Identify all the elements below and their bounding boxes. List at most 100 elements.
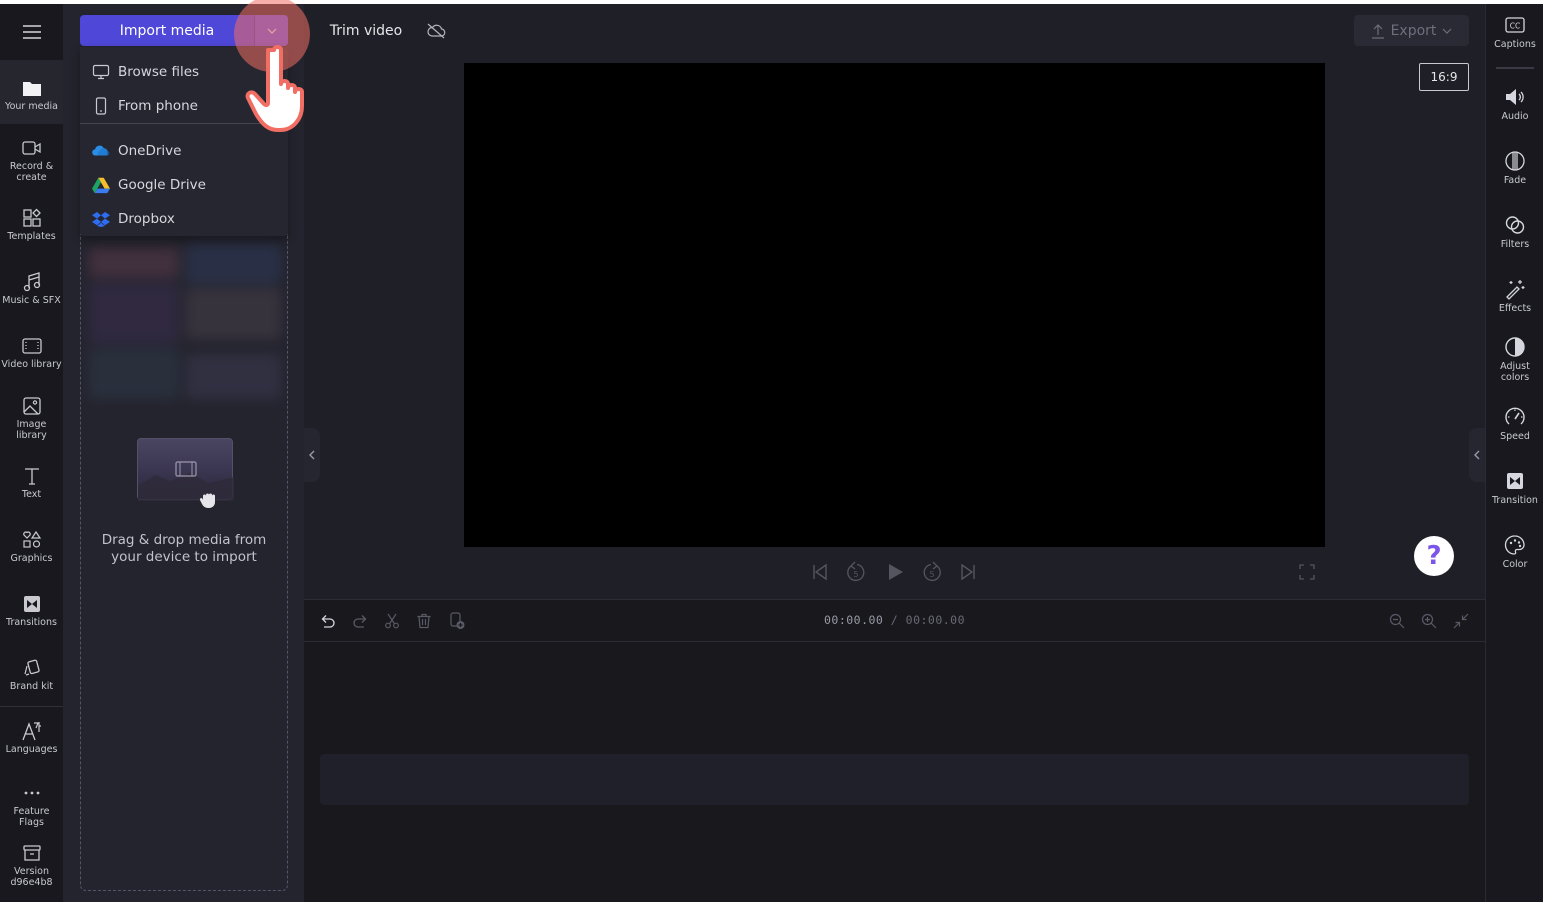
play-icon <box>889 564 903 580</box>
time-separator: / <box>883 613 906 627</box>
rightnav-item-label: Color <box>1502 559 1528 570</box>
play-button[interactable] <box>883 560 907 584</box>
rewind-5-icon: 5 <box>847 561 865 582</box>
menu-item-dropbox[interactable]: Dropbox <box>80 203 288 235</box>
rightnav-item-speed[interactable]: Speed <box>1486 406 1543 442</box>
sidebar-item-feature-flags[interactable]: Feature Flags <box>0 778 63 836</box>
export-label: Export <box>1390 22 1437 39</box>
skip-to-end-button[interactable] <box>956 560 980 584</box>
rightnav-item-captions[interactable]: CC Captions <box>1486 14 1543 50</box>
sidebar-item-label: Music & SFX <box>2 295 61 306</box>
collapse-properties-panel-button[interactable] <box>1469 428 1485 482</box>
aspect-ratio-button[interactable]: 16:9 <box>1419 63 1469 91</box>
onedrive-icon <box>92 142 110 160</box>
import-media-button[interactable]: Import media <box>80 15 254 46</box>
phone-icon <box>92 97 110 115</box>
sidebar-item-brand-kit[interactable]: Brand kit <box>0 652 63 704</box>
rightnav-item-filters[interactable]: Filters <box>1486 214 1543 250</box>
sidebar-item-label: Version d96e4b8 <box>10 866 53 888</box>
media-panel: Drag & drop media from your device to im… <box>63 4 304 902</box>
skip-to-start-button[interactable] <box>808 560 832 584</box>
sidebar-item-video-library[interactable]: Video library <box>0 330 63 382</box>
sidebar-item-text[interactable]: Text <box>0 460 63 512</box>
transition-icon <box>21 593 43 615</box>
chevron-down-icon <box>1442 28 1452 34</box>
sidebar-item-your-media[interactable]: Your media <box>0 60 63 124</box>
skip-forward-icon <box>961 563 975 581</box>
sidebar-item-label: Feature Flags <box>13 806 50 828</box>
contrast-icon <box>1504 336 1526 358</box>
total-time: 00:00.00 <box>905 613 966 627</box>
timeline-toolbar: 00:00.00 / 00:00.00 <box>304 600 1485 642</box>
filters-icon <box>1504 214 1526 236</box>
menu-item-label: OneDrive <box>118 143 182 159</box>
google-drive-icon <box>92 176 110 194</box>
fit-timeline-button[interactable] <box>1449 609 1473 633</box>
rightnav-item-transition[interactable]: Transition <box>1486 470 1543 506</box>
sidebar-item-record-create[interactable]: Record & create <box>0 132 63 192</box>
svg-text:CC: CC <box>1510 22 1520 31</box>
image-icon <box>21 395 43 417</box>
fullscreen-button[interactable] <box>1295 560 1319 584</box>
film-icon <box>21 335 43 357</box>
zoom-out-button[interactable] <box>1385 609 1409 633</box>
zoom-in-icon <box>1421 613 1437 629</box>
rightnav-item-color[interactable]: Color <box>1486 534 1543 570</box>
rightnav-item-label: Captions <box>1494 39 1536 50</box>
sidebar-item-label: Image library <box>16 419 47 441</box>
sidebar-item-label: Templates <box>7 231 56 242</box>
sidebar-item-image-library[interactable]: Image library <box>0 390 63 450</box>
sidebar-divider <box>0 706 63 707</box>
transition-icon <box>1504 470 1526 492</box>
collapse-media-panel-button[interactable] <box>304 428 320 482</box>
chevron-left-icon <box>309 450 315 460</box>
rightnav-item-audio[interactable]: Audio <box>1486 86 1543 122</box>
rightnav-item-label: Effects <box>1498 303 1532 314</box>
grab-hand-icon <box>199 493 215 508</box>
rightnav-divider <box>1496 67 1534 69</box>
forward-5-button[interactable]: 5 <box>920 560 944 584</box>
svg-text:5: 5 <box>853 570 858 579</box>
sidebar-item-languages[interactable]: Languages <box>0 716 63 768</box>
cloud-off-icon <box>427 23 446 39</box>
trim-video-button[interactable]: Trim video <box>320 16 412 46</box>
rewind-5-button[interactable]: 5 <box>844 560 868 584</box>
help-button[interactable]: ? <box>1414 536 1454 576</box>
menu-item-onedrive[interactable]: OneDrive <box>80 135 288 167</box>
sidebar-item-templates[interactable]: Templates <box>0 202 63 254</box>
menu-item-label: Dropbox <box>118 211 175 227</box>
monitor-icon <box>92 63 110 81</box>
shapes-icon <box>21 529 43 551</box>
rightnav-item-label: Transition <box>1492 495 1538 506</box>
more-dots-icon <box>21 782 43 804</box>
templates-icon <box>21 207 43 229</box>
media-dropzone[interactable]: Drag & drop media from your device to im… <box>80 234 288 891</box>
menu-button[interactable] <box>0 4 63 60</box>
forward-5-icon: 5 <box>923 561 941 582</box>
speedometer-icon <box>1504 406 1526 428</box>
upload-icon <box>1371 23 1384 39</box>
palette-icon <box>1504 534 1526 556</box>
rightnav-item-label: Audio <box>1501 111 1529 122</box>
fade-icon <box>1504 150 1526 172</box>
menu-item-google-drive[interactable]: Google Drive <box>80 169 288 201</box>
sidebar-item-music-sfx[interactable]: Music & SFX <box>0 266 63 318</box>
timeline-track[interactable] <box>320 754 1469 805</box>
sidebar-item-label: Record & create <box>9 161 54 183</box>
menu-item-label: Google Drive <box>118 177 206 193</box>
sidebar-item-version[interactable]: Version d96e4b8 <box>0 840 63 898</box>
rightnav-item-fade[interactable]: Fade <box>1486 150 1543 186</box>
menu-item-label: Browse files <box>118 64 200 80</box>
magic-wand-icon <box>1504 278 1526 300</box>
sidebar-item-graphics[interactable]: Graphics <box>0 524 63 576</box>
sidebar-item-label: Video library <box>1 359 62 370</box>
sidebar-item-transitions[interactable]: Transitions <box>0 588 63 640</box>
zoom-in-button[interactable] <box>1417 609 1441 633</box>
export-button[interactable]: Export <box>1354 15 1469 46</box>
rightnav-item-effects[interactable]: Effects <box>1486 278 1543 314</box>
rightnav-item-adjust-colors[interactable]: Adjust colors <box>1486 336 1543 383</box>
timecode-display: 00:00.00 / 00:00.00 <box>304 613 1485 627</box>
music-note-icon <box>21 271 43 293</box>
cloud-sync-button[interactable] <box>420 16 452 46</box>
current-time: 00:00.00 <box>823 613 884 627</box>
